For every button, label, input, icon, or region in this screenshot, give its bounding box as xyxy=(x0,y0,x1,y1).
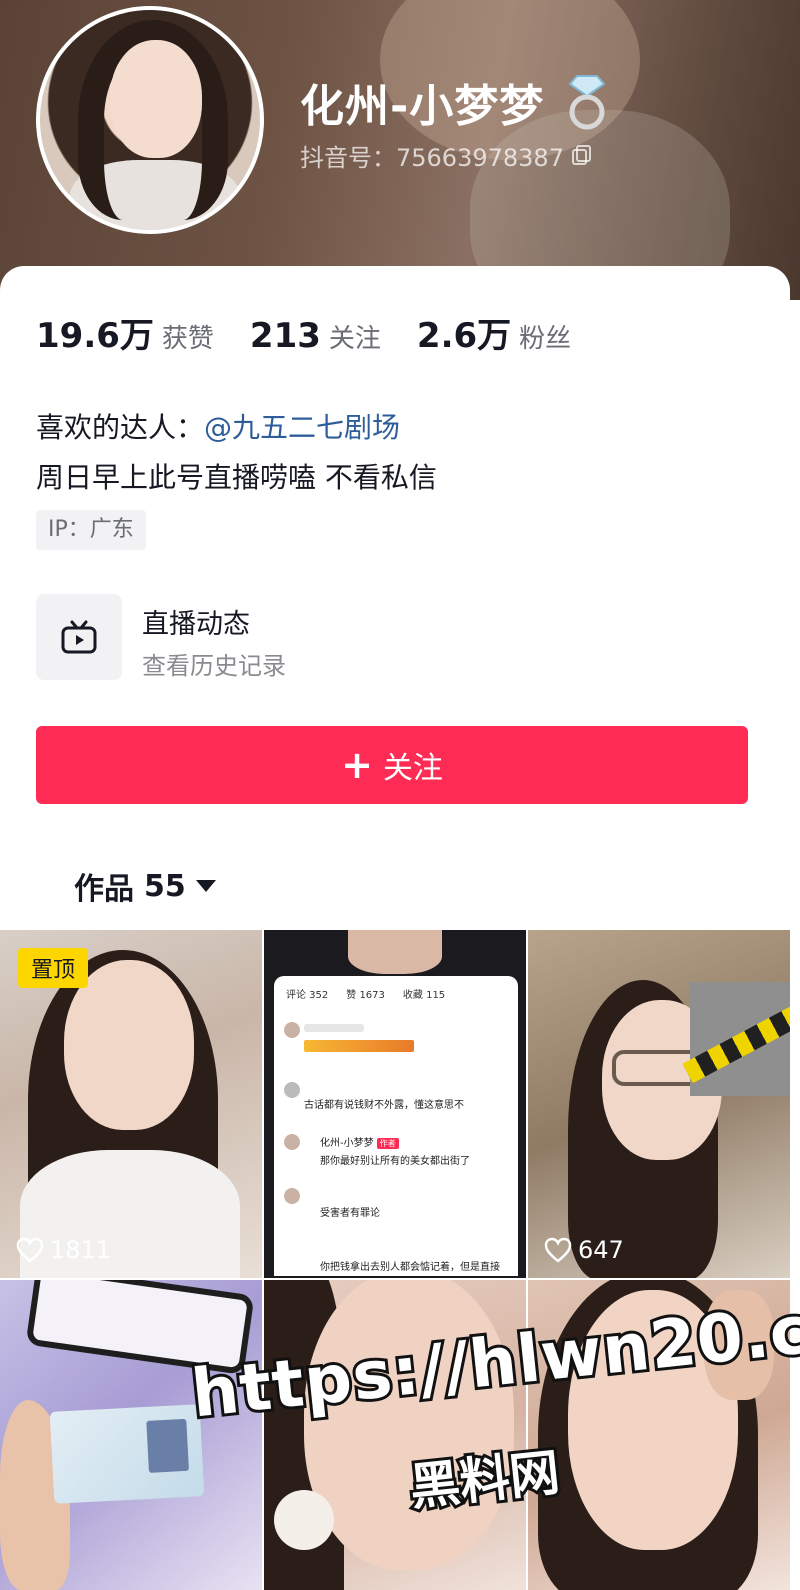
comment-avatar xyxy=(284,1188,300,1204)
stat-label: 关注 xyxy=(328,324,381,354)
comment-tab: 赞 1673 xyxy=(346,990,385,1001)
favorite-creator-link[interactable]: @九五二七剧场 xyxy=(204,411,400,444)
stat-likes[interactable]: 19.6万 获赞 xyxy=(36,308,214,357)
works-tab-label: 作品 xyxy=(74,872,134,907)
comment-placeholder-line xyxy=(304,1024,364,1032)
comment-avatar xyxy=(284,1134,300,1150)
comment-text: 那你最好别让所有的美女都出街了 xyxy=(320,1156,470,1167)
thumbnail-partial-face xyxy=(348,930,442,974)
video-like-count: 1811 xyxy=(16,1236,111,1264)
thumbnail-hand xyxy=(704,1290,774,1400)
heart-outline-icon xyxy=(544,1237,572,1263)
stat-value: 213 xyxy=(249,316,321,356)
bio-text: 周日早上此号直播唠嗑 不看私信 xyxy=(36,461,437,494)
video-thumbnail-5[interactable] xyxy=(264,1280,526,1590)
stat-followers[interactable]: 2.6万 粉丝 xyxy=(417,308,571,357)
comment-emoji-row xyxy=(304,1040,414,1052)
live-history-icon-box[interactable] xyxy=(36,594,122,680)
id-card-photo xyxy=(146,1418,189,1473)
video-thumbnail-2[interactable]: 评论 352 赞 1673 收藏 115 古话都有说钱财不外露，懂这意思不 化州… xyxy=(264,930,526,1278)
stat-label: 获赞 xyxy=(161,324,214,354)
heart-outline-icon xyxy=(280,1237,308,1263)
comment-text: 古话都有说钱财不外露，懂这意思不 xyxy=(304,1100,464,1111)
copy-icon[interactable] xyxy=(570,143,594,167)
thumbnail-striped-barrier xyxy=(682,1002,790,1084)
live-history-subtitle: 查看历史记录 xyxy=(142,652,286,680)
thumbnail-phone xyxy=(25,1280,255,1375)
video-thumbnail-1[interactable]: 置顶 1811 xyxy=(0,930,262,1278)
heart-outline-icon xyxy=(16,1237,44,1263)
comment-author-name: 化州-小梦梦 xyxy=(320,1138,374,1149)
works-count: 55 xyxy=(144,868,186,904)
comment-avatar xyxy=(284,1022,300,1038)
comment-text: 受害者有罪论 xyxy=(320,1208,380,1219)
follow-button[interactable]: + 关注 xyxy=(36,726,748,804)
video-thumbnail-6[interactable] xyxy=(528,1280,790,1590)
like-count: 181 xyxy=(314,1236,360,1264)
stat-value: 19.6万 xyxy=(36,316,154,356)
avatar[interactable] xyxy=(36,6,264,234)
comment-tab: 评论 352 xyxy=(286,990,329,1001)
douyin-id: 抖音号：75663978387 xyxy=(300,144,564,172)
plus-icon: + xyxy=(341,743,373,787)
video-like-count: 647 xyxy=(544,1236,624,1264)
avatar-face xyxy=(110,40,202,158)
comment-author: 化州-小梦梦 作者 xyxy=(320,1134,399,1149)
tv-icon xyxy=(61,620,97,654)
live-history-title[interactable]: 直播动态 xyxy=(142,602,250,641)
caret-down-icon[interactable] xyxy=(195,880,216,892)
video-like-count: 181 xyxy=(280,1236,360,1264)
video-thumbnail-3[interactable]: 647 xyxy=(528,930,790,1278)
profile-nickname: 化州-小梦梦 xyxy=(300,81,545,132)
comment-screenshot-panel: 评论 352 赞 1673 收藏 115 古话都有说钱财不外露，懂这意思不 化州… xyxy=(274,976,518,1276)
follow-button-label: 关注 xyxy=(382,751,443,786)
comment-panel-tabs: 评论 352 赞 1673 收藏 115 xyxy=(286,986,445,1001)
thumbnail-face xyxy=(304,1280,514,1570)
stat-following[interactable]: 213 关注 xyxy=(250,316,381,356)
stat-label: 粉丝 xyxy=(519,324,572,354)
ip-location-badge: IP：广东 xyxy=(36,510,146,550)
like-count: 647 xyxy=(578,1236,624,1264)
tab-works[interactable]: 作品 55 xyxy=(74,864,216,908)
author-tag: 作者 xyxy=(376,1138,399,1149)
comment-tab: 收藏 115 xyxy=(402,990,446,1001)
profile-stats: 19.6万 获赞 213 关注 2.6万 粉丝 xyxy=(36,308,607,357)
thumbnail-cat-sticker xyxy=(274,1490,334,1550)
stat-value: 2.6万 xyxy=(416,316,512,356)
video-thumbnail-4[interactable] xyxy=(0,1280,262,1590)
thumbnail-inset-video xyxy=(682,982,790,1096)
favorite-creator-line: 喜欢的达人：@九五二七剧场 xyxy=(36,406,400,446)
pinned-badge: 置顶 xyxy=(18,948,88,988)
video-grid: 置顶 1811 评论 352 赞 1673 收藏 115 古话都有说钱财不外露，… xyxy=(0,930,790,1590)
comment-avatar xyxy=(284,1082,300,1098)
diamond-ring-icon xyxy=(568,75,606,130)
like-count: 1811 xyxy=(50,1236,112,1264)
favorite-prefix: 喜欢的达人： xyxy=(36,411,205,444)
thumbnail-id-card xyxy=(49,1404,205,1504)
